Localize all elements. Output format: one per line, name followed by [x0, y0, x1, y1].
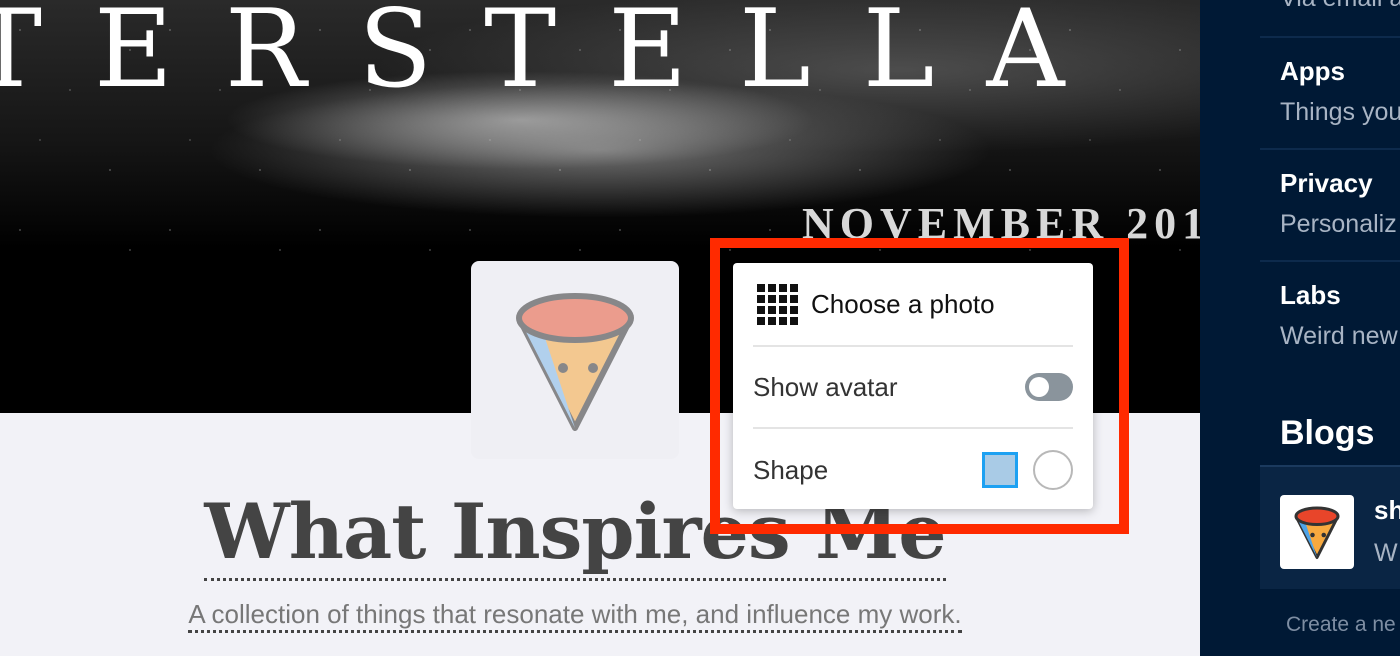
blog-entry-avatar	[1280, 495, 1354, 569]
show-avatar-label: Show avatar	[753, 371, 898, 402]
sidebar-blog-entry[interactable]: sh W	[1260, 465, 1400, 589]
create-new-blog-link[interactable]: Create a ne	[1286, 613, 1396, 637]
sidebar-item-title: Apps	[1280, 56, 1345, 86]
sidebar-item-title: Labs	[1280, 280, 1341, 310]
sidebar-item-email-subtitle: Via email a	[1280, 0, 1400, 13]
ice-cream-cone-icon	[1294, 506, 1340, 559]
shape-label: Shape	[753, 454, 829, 485]
blogs-heading: Blogs	[1280, 414, 1375, 452]
choose-photo-label: Choose a photo	[811, 288, 995, 319]
settings-sidebar: Via email a Apps Things you Privacy Pers…	[1200, 0, 1400, 656]
show-avatar-row: Show avatar	[753, 347, 1073, 429]
header-image-title-text: TERSTELLA	[0, 0, 1117, 112]
blog-entry-subtitle: W	[1374, 539, 1398, 567]
sidebar-item-subtitle: Things you	[1280, 98, 1400, 126]
show-avatar-toggle[interactable]	[1025, 373, 1073, 401]
blog-avatar[interactable]	[471, 261, 679, 459]
blog-description[interactable]: A collection of things that resonate wit…	[188, 598, 962, 633]
sidebar-item-apps[interactable]: Apps Things you	[1260, 36, 1400, 148]
blog-entry-name: sh	[1374, 495, 1400, 525]
ice-cream-cone-icon	[516, 293, 634, 431]
sidebar-item-privacy[interactable]: Privacy Personaliz	[1260, 148, 1400, 260]
shape-row: Shape	[753, 429, 1073, 511]
sidebar-item-subtitle: Weird new	[1280, 322, 1398, 350]
sidebar-item-labs[interactable]: Labs Weird new	[1260, 260, 1400, 372]
sidebar-item-title: Privacy	[1280, 168, 1373, 198]
avatar-options-popover: Choose a photo Show avatar Shape	[733, 263, 1093, 509]
toggle-knob	[1029, 377, 1049, 397]
grid-icon	[757, 284, 798, 325]
shape-square-option[interactable]	[982, 452, 1018, 488]
choose-photo-button[interactable]: Choose a photo	[753, 263, 1073, 347]
shape-circle-option[interactable]	[1033, 450, 1073, 490]
sidebar-item-subtitle: Personaliz	[1280, 210, 1397, 238]
